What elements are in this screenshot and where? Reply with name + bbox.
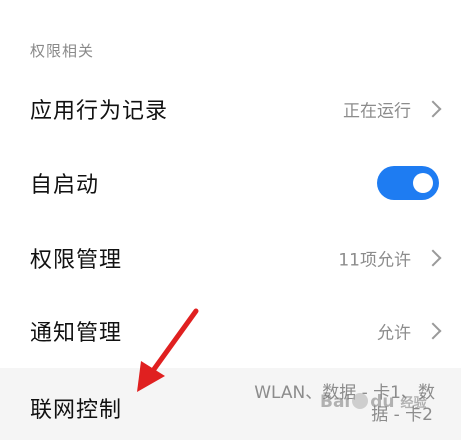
row-label: 权限管理 (30, 248, 123, 273)
paw-icon (352, 393, 369, 409)
chevron-right-icon (424, 249, 442, 267)
row-permission-management[interactable]: 权限管理 11项允许 (0, 222, 461, 294)
row-label: 联网控制 (30, 398, 123, 423)
row-app-behavior-record[interactable]: 应用行为记录 正在运行 (0, 73, 461, 145)
watermark-text-sub: 经验 (400, 396, 427, 411)
row-value: 正在运行 (343, 101, 411, 122)
row-notification-management[interactable]: 通知管理 允许 (0, 295, 461, 367)
chevron-right-icon (424, 100, 442, 118)
toggle-knob (413, 173, 433, 193)
row-label: 通知管理 (30, 321, 123, 346)
row-label: 应用行为记录 (30, 99, 169, 124)
row-label: 自启动 (30, 173, 100, 198)
row-value: 允许 (377, 323, 411, 344)
row-value: 11项允许 (338, 250, 411, 271)
section-header-permissions: 权限相关 (30, 42, 95, 60)
row-auto-start: 自启动 (0, 147, 461, 219)
chevron-right-icon (424, 322, 442, 340)
watermark-text-right: du (370, 392, 395, 412)
auto-start-toggle[interactable] (377, 166, 439, 200)
app-permission-settings-screen: 权限相关 应用行为记录 正在运行 自启动 权限管理 11项允许 通知管理 允许 … (0, 0, 461, 440)
watermark-text-left: Bai (320, 392, 351, 412)
watermark: Bai du 经验 (320, 392, 426, 412)
